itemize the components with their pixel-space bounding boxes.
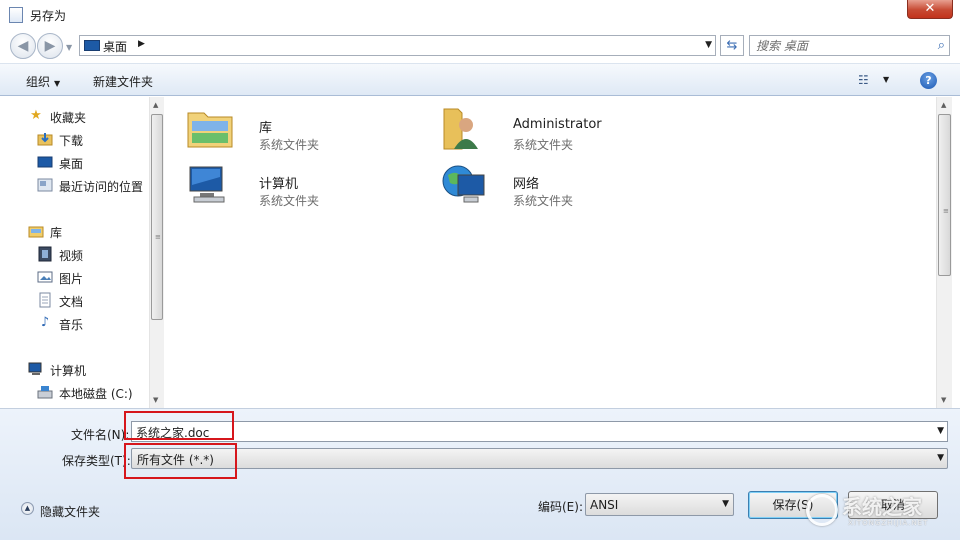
pictures-icon xyxy=(37,269,53,285)
recent-places-icon xyxy=(37,177,53,193)
save-dialog-icon xyxy=(9,7,23,23)
arrow-right-icon: ▶ xyxy=(44,38,56,54)
hide-folders-label[interactable]: 隐藏文件夹 xyxy=(40,503,100,520)
breadcrumb-arrow-icon[interactable]: ▶ xyxy=(138,39,145,49)
libraries-folder-icon xyxy=(186,103,234,151)
sidebar-item-label: 图片 xyxy=(59,272,84,286)
item-type: 系统文件夹 xyxy=(259,194,320,208)
new-folder-button[interactable]: 新建文件夹 xyxy=(93,73,153,90)
filename-label: 文件名(N): xyxy=(71,428,130,442)
sidebar-item-label: 视频 xyxy=(59,249,84,263)
view-options-dropdown-icon[interactable]: ▼ xyxy=(883,75,889,84)
sidebar-item-label: 桌面 xyxy=(59,157,84,171)
encoding-label: 编码(E): xyxy=(538,500,583,514)
filetype-label: 保存类型(T): xyxy=(62,454,131,468)
address-dropdown-icon[interactable]: ▼ xyxy=(705,40,712,50)
scroll-down-icon[interactable]: ▼ xyxy=(153,396,158,404)
item-type: 系统文件夹 xyxy=(259,138,320,152)
filename-highlight-box xyxy=(124,411,234,440)
file-list: 库 系统文件夹 Administrator 系统文件夹 计算机 系统文件夹 网络… xyxy=(166,97,936,408)
close-button[interactable]: ✕ xyxy=(907,0,953,19)
chevron-down-icon[interactable]: ▼ xyxy=(937,426,944,436)
forward-button[interactable]: ▶ xyxy=(37,33,63,59)
organize-button[interactable]: 组织 ▼ xyxy=(26,73,60,90)
videos-icon xyxy=(37,246,53,262)
sidebar-item-label: 文档 xyxy=(59,295,84,309)
toolbar: 组织 ▼ 新建文件夹 ☷ ▼ ? xyxy=(0,63,960,96)
window-title: 另存为 xyxy=(30,9,67,23)
arrow-left-icon: ◀ xyxy=(17,38,29,54)
filetype-select[interactable]: 所有文件 (*.*) ▼ xyxy=(131,448,948,469)
hide-folders-toggle[interactable]: ▲ xyxy=(21,502,34,515)
item-type: 系统文件夹 xyxy=(513,138,574,152)
chevron-up-icon: ▲ xyxy=(24,504,31,512)
scroll-up-icon[interactable]: ▲ xyxy=(153,101,158,109)
recent-locations-dropdown[interactable]: ▼ xyxy=(66,43,72,52)
address-bar[interactable]: 桌面 ▶ ▼ xyxy=(79,35,716,56)
network-icon xyxy=(440,159,488,207)
refresh-button[interactable]: ⇆ xyxy=(720,35,744,56)
desktop-icon xyxy=(37,154,53,170)
title-bar: 另存为 ✕ xyxy=(0,0,960,30)
chevron-down-icon: ▼ xyxy=(54,79,61,88)
search-input[interactable] xyxy=(756,38,926,53)
encoding-select[interactable]: ANSI ▼ xyxy=(585,493,734,516)
search-icon[interactable]: ⌕ xyxy=(938,38,945,53)
filename-input[interactable] xyxy=(136,424,916,440)
list-item[interactable]: 库 系统文件夹 xyxy=(186,103,436,155)
list-item[interactable]: 网络 系统文件夹 xyxy=(440,159,690,211)
scroll-down-icon[interactable]: ▼ xyxy=(941,396,946,404)
filetype-highlight-box xyxy=(124,443,237,479)
scroll-up-icon[interactable]: ▲ xyxy=(941,101,946,109)
grip-icon: ≡ xyxy=(155,233,161,241)
list-item[interactable]: 计算机 系统文件夹 xyxy=(186,159,436,211)
local-disk-icon xyxy=(37,384,53,400)
documents-icon xyxy=(37,292,53,308)
item-name: 库 xyxy=(259,121,273,136)
computer-icon xyxy=(28,361,44,377)
file-list-scrollbar[interactable]: ▲ ≡ ▼ xyxy=(936,97,952,408)
grip-icon: ≡ xyxy=(943,207,949,215)
scrollbar-thumb[interactable]: ≡ xyxy=(151,114,163,320)
music-icon: ♪ xyxy=(40,315,50,330)
filename-combobox[interactable]: ▼ xyxy=(131,421,948,442)
search-box[interactable]: ⌕ xyxy=(749,35,950,56)
sidebar-item-label: 下载 xyxy=(59,134,84,148)
refresh-icon: ⇆ xyxy=(726,38,738,53)
organize-label: 组织 xyxy=(26,75,51,89)
watermark-logo-icon xyxy=(806,494,838,526)
libraries-icon xyxy=(28,223,44,239)
item-type: 系统文件夹 xyxy=(513,194,574,208)
navigation-scrollbar[interactable]: ▲ ≡ ▼ xyxy=(149,97,164,408)
sidebar-item-label: 最近访问的位置 xyxy=(59,180,144,194)
sidebar-item-label: 库 xyxy=(50,226,63,240)
chevron-down-icon[interactable]: ▼ xyxy=(722,499,729,509)
navigation-pane: ★ 收藏夹 下载 桌面 最近访问的位置 库 视频 图片 文档 ♪ 音乐 计算机 … xyxy=(0,97,164,408)
favorites-star-icon: ★ xyxy=(30,108,42,123)
user-folder-icon xyxy=(440,103,488,151)
chevron-down-icon[interactable]: ▼ xyxy=(937,453,944,463)
scrollbar-thumb[interactable]: ≡ xyxy=(938,114,951,276)
desktop-icon xyxy=(84,40,100,51)
item-name: Administrator xyxy=(513,117,602,132)
change-view-icon[interactable]: ☷ xyxy=(858,73,874,87)
help-icon[interactable]: ? xyxy=(920,72,937,89)
watermark-subtext: XITONGZHIJIA.NET xyxy=(848,519,929,527)
back-button[interactable]: ◀ xyxy=(10,33,36,59)
computer-icon xyxy=(186,159,234,207)
item-name: 网络 xyxy=(513,177,540,192)
list-item[interactable]: Administrator 系统文件夹 xyxy=(440,103,690,155)
sidebar-item-label: 计算机 xyxy=(50,364,87,378)
sidebar-item-label: 本地磁盘 (C:) xyxy=(59,387,133,401)
watermark: 系统之家 XITONGZHIJIA.NET xyxy=(800,488,960,540)
sidebar-item-label: 音乐 xyxy=(59,318,84,332)
sidebar-item-label: 收藏夹 xyxy=(50,111,87,125)
item-name: 计算机 xyxy=(259,177,299,192)
encoding-value: ANSI xyxy=(590,498,619,512)
watermark-text: 系统之家 xyxy=(842,495,922,519)
downloads-folder-icon xyxy=(37,131,53,147)
address-location[interactable]: 桌面 xyxy=(103,38,127,55)
